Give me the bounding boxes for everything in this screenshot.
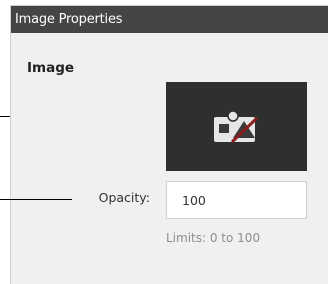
opacity-input[interactable]	[166, 181, 307, 219]
opacity-label: Opacity:	[98, 190, 150, 205]
callout-line-opacity	[0, 199, 72, 200]
image-broken-icon	[214, 110, 259, 144]
panel-title: Image Properties	[11, 6, 328, 33]
image-thumbnail[interactable]	[166, 82, 307, 171]
section-heading-image: Image	[27, 60, 75, 76]
opacity-limits-text: Limits: 0 to 100	[166, 231, 261, 245]
